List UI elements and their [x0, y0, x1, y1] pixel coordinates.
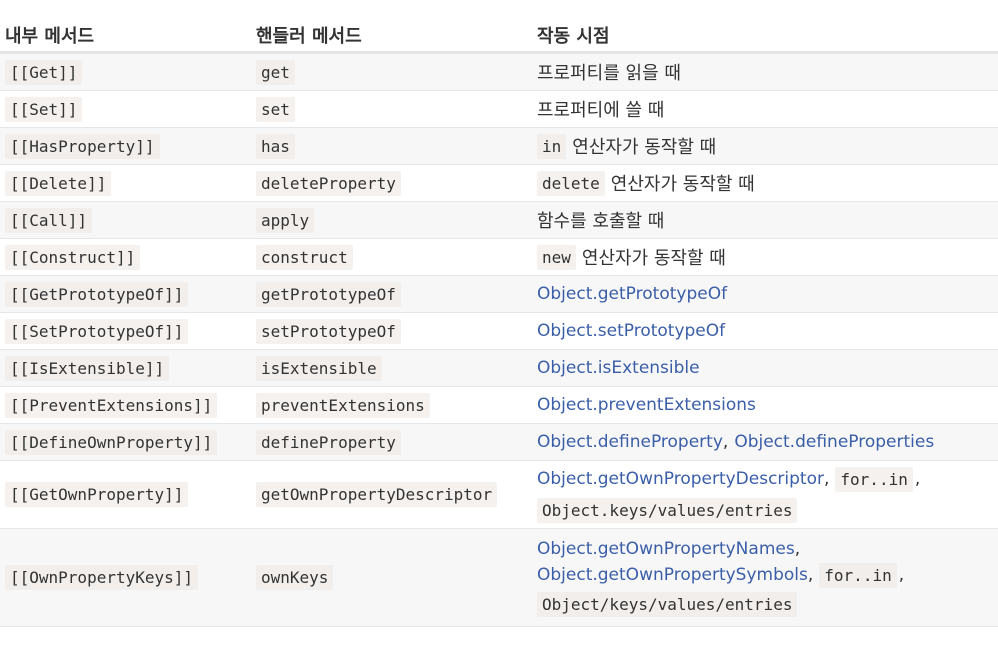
trigger-link[interactable]: Object.getOwnPropertyDescriptor: [537, 469, 824, 489]
internal-method-code: [[Delete]]: [5, 170, 112, 196]
handler-method-code: deleteProperty: [256, 170, 401, 196]
handler-method-code: isExtensible: [256, 355, 382, 381]
separator: ,: [794, 538, 801, 559]
internal-method-code: [[GetOwnProperty]]: [5, 482, 189, 507]
handler-method-code: getPrototypeOf: [256, 281, 401, 307]
trigger-text: 프로퍼티를 읽을 때: [537, 63, 681, 84]
handler-method-code: apply: [256, 207, 315, 233]
trigger-link[interactable]: Object.defineProperty: [537, 432, 723, 452]
header-trigger: 작동 시점: [537, 26, 610, 47]
internal-method-code: [[DefineOwnProperty]]: [5, 429, 218, 455]
handler-method-code: get: [256, 59, 295, 85]
table-row: [[OwnPropertyKeys]] ownKeys Object.getOw…: [0, 529, 998, 627]
trigger-link[interactable]: Object.setPrototypeOf: [537, 321, 725, 341]
separator: ,: [824, 469, 830, 489]
table-row: [[GetPrototypeOf]] getPrototypeOf Object…: [0, 276, 998, 313]
handler-method-code: ownKeys: [256, 565, 334, 590]
header-internal-method: 내부 메서드: [5, 26, 95, 47]
trigger-text: 연산자가 동작할 때: [610, 174, 755, 195]
operator-code: in: [537, 133, 567, 159]
internal-method-code: [[PreventExtensions]]: [5, 392, 218, 418]
trigger-link[interactable]: Object.preventExtensions: [537, 395, 756, 415]
trigger-text: 연산자가 동작할 때: [572, 137, 717, 158]
table-row: [[SetPrototypeOf]] setPrototypeOf Object…: [0, 313, 998, 350]
internal-method-code: [[Call]]: [5, 207, 93, 233]
separator: ,: [898, 565, 905, 585]
separator: ,: [914, 469, 921, 489]
object-keys-code: Object.keys/values/entries: [537, 497, 798, 523]
internal-method-code: [[IsExtensible]]: [5, 355, 170, 381]
trigger-text: 함수를 호출할 때: [537, 211, 665, 232]
trigger-link[interactable]: Object.isExtensible: [537, 358, 700, 378]
table-row: [[Delete]] deleteProperty delete 연산자가 동작할…: [0, 165, 998, 202]
header-handler-method: 핸들러 메서드: [256, 26, 362, 47]
separator: ,: [807, 565, 814, 585]
handler-method-code: setPrototypeOf: [256, 318, 401, 344]
handler-method-code: preventExtensions: [256, 392, 430, 418]
trigger-link[interactable]: Object.getPrototypeOf: [537, 284, 727, 304]
operator-code: delete: [537, 170, 605, 196]
table-row: [[PreventExtensions]] preventExtensions …: [0, 387, 998, 424]
handler-method-code: set: [256, 96, 295, 122]
handler-method-code: construct: [256, 244, 353, 270]
handler-method-code: has: [256, 133, 295, 159]
table-row: [[HasProperty]] has in 연산자가 동작할 때: [0, 128, 998, 165]
table-row: [[Get]] get 프로퍼티를 읽을 때: [0, 54, 998, 91]
handler-method-code: getOwnPropertyDescriptor: [256, 482, 498, 507]
table-header: 내부 메서드 핸들러 메서드 작동 시점: [0, 0, 998, 54]
trigger-link-2[interactable]: Object.getOwnPropertySymbols: [537, 565, 808, 585]
table-row: [[Set]] set 프로퍼티에 쓸 때: [0, 91, 998, 128]
internal-method-code: [[Set]]: [5, 96, 83, 122]
handler-method-code: defineProperty: [256, 429, 401, 455]
separator: ,: [722, 432, 729, 452]
trigger-link-2[interactable]: Object.defineProperties: [734, 432, 934, 452]
internal-method-code: [[Construct]]: [5, 244, 141, 270]
object-keys-code: Object/keys/values/entries: [537, 591, 798, 617]
internal-method-code: [[OwnPropertyKeys]]: [5, 565, 199, 590]
table-row: [[GetOwnProperty]] getOwnPropertyDescrip…: [0, 461, 998, 529]
table-row: [[DefineOwnProperty]] defineProperty Obj…: [0, 424, 998, 461]
for-in-code: for..in: [819, 562, 897, 588]
internal-method-code: [[Get]]: [5, 59, 83, 85]
operator-code: new: [537, 244, 576, 270]
for-in-code: for..in: [835, 466, 913, 492]
internal-method-code: [[GetPrototypeOf]]: [5, 281, 189, 307]
internal-method-code: [[SetPrototypeOf]]: [5, 318, 189, 344]
internal-method-code: [[HasProperty]]: [5, 133, 160, 159]
trigger-text: 프로퍼티에 쓸 때: [537, 100, 665, 121]
proxy-traps-table: 내부 메서드 핸들러 메서드 작동 시점 [[Get]] get 프로퍼티를 읽…: [0, 0, 998, 627]
table-row: [[IsExtensible]] isExtensible Object.isE…: [0, 350, 998, 387]
table-row: [[Call]] apply 함수를 호출할 때: [0, 202, 998, 239]
table-row: [[Construct]] construct new 연산자가 동작할 때: [0, 239, 998, 276]
trigger-link[interactable]: Object.getOwnPropertyNames: [537, 539, 795, 559]
trigger-text: 연산자가 동작할 때: [581, 248, 726, 269]
